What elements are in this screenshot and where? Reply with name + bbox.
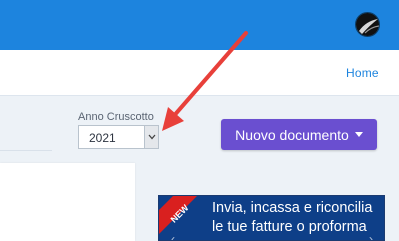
nav-bar [0, 50, 399, 96]
chevron-down-icon [148, 134, 156, 140]
caret-down-icon [354, 132, 363, 137]
avatar-image [356, 13, 379, 36]
ribbon-icon: NEW [159, 196, 197, 234]
new-document-button[interactable]: Nuovo documento [221, 119, 377, 150]
year-select-value: 2021 [89, 131, 116, 145]
banner-line-2: le tue fatture o proforma [212, 219, 367, 235]
home-link[interactable]: Home [346, 66, 379, 80]
banner-line-1: Invia, incassa e riconcilia [212, 200, 373, 216]
divider [0, 150, 52, 151]
new-document-label: Nuovo documento [235, 126, 349, 143]
banner-text: Invia, incassa e riconcilia le tue fattu… [212, 199, 372, 237]
promo-banner[interactable]: NEW Invia, incassa e riconcilia le tue f… [158, 195, 385, 241]
select-arrow-button[interactable] [144, 126, 158, 148]
banner-prev-icon[interactable]: ‹ [171, 232, 175, 240]
content-panel [0, 163, 135, 241]
year-label: Anno Cruscotto [78, 111, 154, 123]
user-avatar[interactable] [355, 12, 380, 37]
banner-next-icon[interactable]: › [369, 232, 373, 240]
top-bar [0, 0, 399, 50]
year-select[interactable]: 2021 [78, 125, 159, 149]
